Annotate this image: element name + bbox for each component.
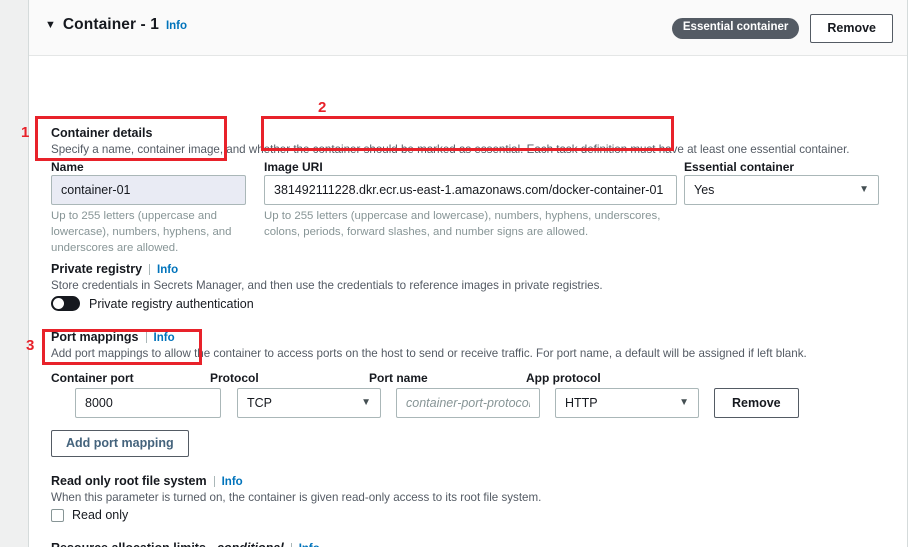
add-port-mapping-button[interactable]: Add port mapping	[51, 430, 189, 457]
status-badge: Essential container	[671, 18, 800, 39]
divider	[145, 332, 147, 343]
caret-down-icon[interactable]: ▼	[45, 20, 56, 31]
private-registry-heading: Private registry	[51, 262, 143, 276]
private-registry-heading-group: Private registry Info	[51, 262, 178, 276]
container-port-input[interactable]	[75, 388, 221, 418]
remove-port-mapping-button[interactable]: Remove	[714, 388, 799, 418]
read-only-root-description: When this parameter is turned on, the co…	[51, 491, 542, 504]
private-registry-toggle-label: Private registry authentication	[89, 296, 254, 311]
essential-container-field-label: Essential container	[684, 160, 795, 174]
private-registry-description: Store credentials in Secrets Manager, an…	[51, 279, 603, 292]
remove-container-button[interactable]: Remove	[810, 14, 893, 43]
port-name-input[interactable]	[396, 388, 540, 418]
app-protocol-select[interactable]: HTTP ▼	[555, 388, 699, 418]
port-mappings-heading: Port mappings	[51, 330, 139, 344]
essential-container-selected-value: Yes	[694, 183, 715, 197]
chevron-down-icon: ▼	[361, 397, 371, 408]
divider	[290, 543, 292, 547]
panel-info-link[interactable]: Info	[166, 20, 187, 32]
private-registry-toggle[interactable]	[51, 296, 80, 311]
protocol-selected-value: TCP	[247, 396, 272, 410]
port-mappings-heading-group: Port mappings Info	[51, 330, 175, 344]
chevron-down-icon: ▼	[859, 184, 869, 195]
read-only-root-heading: Read only root file system	[51, 474, 207, 488]
toggle-knob-icon	[53, 298, 64, 309]
port-name-column-header: Port name	[369, 371, 428, 385]
private-registry-info-link[interactable]: Info	[157, 264, 178, 276]
read-only-checkbox-label: Read only	[72, 508, 129, 522]
port-mappings-info-link[interactable]: Info	[154, 332, 175, 344]
read-only-root-info-link[interactable]: Info	[222, 476, 243, 488]
container-details-description: Specify a name, container image, and whe…	[51, 143, 850, 156]
container-panel: ▼ Container - 1 Info Essential container…	[28, 0, 908, 547]
container-details-heading: Container details	[51, 126, 153, 140]
panel-title-group: ▼ Container - 1 Info	[45, 16, 187, 34]
resource-allocation-heading-conditional: conditional	[217, 541, 284, 547]
name-field-hint: Up to 255 letters (uppercase and lowerca…	[51, 210, 232, 254]
container-port-column-header: Container port	[51, 371, 134, 385]
image-uri-field-hint: Up to 255 letters (uppercase and lowerca…	[264, 210, 661, 238]
chevron-down-icon: ▼	[679, 397, 689, 408]
panel-header: ▼ Container - 1 Info Essential container…	[29, 0, 907, 56]
app-protocol-selected-value: HTTP	[565, 396, 598, 410]
protocol-column-header: Protocol	[210, 371, 259, 385]
resource-allocation-info-link[interactable]: Info	[299, 543, 320, 547]
essential-container-select[interactable]: Yes ▼	[684, 175, 879, 205]
read-only-checkbox-row[interactable]: Read only	[51, 508, 128, 522]
page-root: ▼ Container - 1 Info Essential container…	[0, 0, 908, 547]
page-title: Container - 1	[62, 16, 159, 33]
private-registry-toggle-row[interactable]: Private registry authentication	[51, 296, 254, 311]
image-uri-field-label: Image URI	[264, 160, 323, 174]
divider	[213, 476, 215, 487]
name-field-label: Name	[51, 160, 84, 174]
port-mappings-description: Add port mappings to allow the container…	[51, 347, 807, 360]
panel-header-actions: Essential container Remove	[671, 14, 893, 43]
resource-allocation-heading: Resource allocation limits -	[51, 541, 217, 547]
app-protocol-column-header: App protocol	[526, 371, 601, 385]
protocol-select[interactable]: TCP ▼	[237, 388, 381, 418]
resource-allocation-heading-group: Resource allocation limits - conditional…	[51, 541, 320, 547]
read-only-checkbox[interactable]	[51, 508, 64, 522]
image-uri-input[interactable]	[264, 175, 677, 205]
divider	[149, 264, 151, 275]
read-only-root-heading-group: Read only root file system Info	[51, 474, 243, 488]
name-input[interactable]	[51, 175, 246, 205]
